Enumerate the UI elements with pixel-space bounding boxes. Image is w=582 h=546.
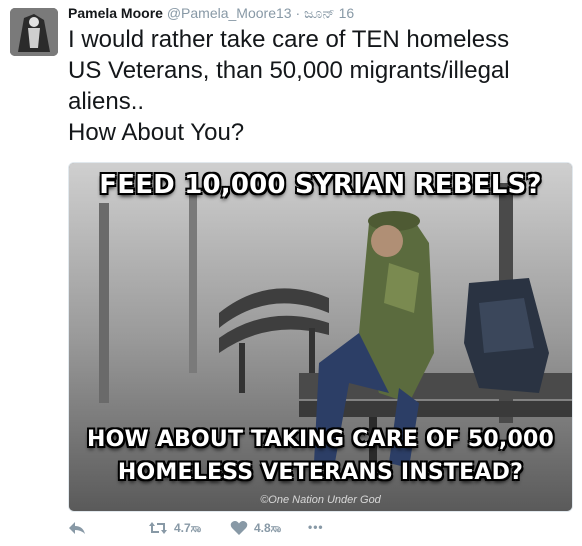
retweet-button[interactable]: 4.7ಸಾ (148, 520, 201, 536)
heart-icon (230, 521, 248, 535)
tweet-actions: 4.7ಸಾ 4.8ಸಾ ••• (68, 520, 428, 540)
caption-bottom: HOW ABOUT TAKING CARE OF 50,000 HOMELESS… (69, 423, 572, 489)
more-button[interactable]: ••• (308, 520, 324, 534)
tweet-media-image[interactable]: FEED 10,000 SYRIAN REBELS? HOW ABOUT TAK… (68, 162, 573, 512)
reply-icon (69, 522, 85, 534)
separator-dot: · (295, 5, 301, 21)
tweet-date[interactable]: ಜೂನ್ 16 (304, 5, 354, 21)
watermark: ©One Nation Under God (260, 494, 381, 506)
like-button[interactable]: 4.8ಸಾ (230, 520, 281, 536)
tweet-header: Pamela Moore @Pamela_Moore13 · ಜೂನ್ 16 (68, 4, 354, 22)
retweet-icon (149, 522, 167, 534)
avatar-image (10, 8, 58, 56)
author-handle[interactable]: @Pamela_Moore13 (167, 5, 292, 21)
caption-bottom-line1: HOW ABOUT TAKING CARE OF 50,000 (86, 427, 555, 452)
avatar[interactable] (10, 8, 58, 56)
caption-top: FEED 10,000 SYRIAN REBELS? (99, 170, 542, 200)
retweet-count: 4.7ಸಾ (174, 520, 202, 535)
reply-button[interactable] (68, 520, 86, 536)
caption-bottom-line2: HOMELESS VETERANS INSTEAD? (117, 460, 524, 485)
author-name[interactable]: Pamela Moore (68, 5, 163, 21)
like-count: 4.8ಸಾ (254, 520, 282, 535)
tweet-text: I would rather take care of TEN homeless… (68, 26, 510, 146)
more-icon: ••• (308, 520, 324, 534)
